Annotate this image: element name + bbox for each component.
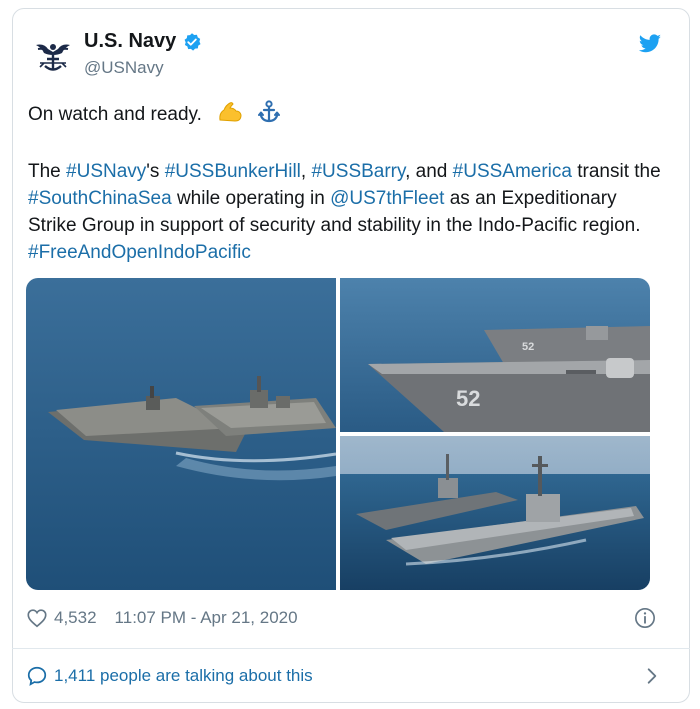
card-divider (12, 648, 690, 649)
hashtag-ussamerica[interactable]: #USSAmerica (453, 161, 572, 182)
tweet-line1-text: On watch and ready. (28, 104, 202, 125)
chevron-right-icon[interactable] (642, 666, 662, 686)
author-name[interactable]: U.S. Navy (84, 30, 176, 53)
hashtag-ussbarry[interactable]: #USSBarry (311, 161, 405, 182)
hashtag-southchinasea[interactable]: #SouthChinaSea (28, 188, 172, 209)
tweet-meta-row: 4,532 11:07 PM - Apr 21, 2020 (26, 604, 656, 632)
media-image-warships-underway[interactable] (340, 436, 650, 590)
conversation-count-text[interactable]: 1,411 people are talking about this (54, 666, 313, 686)
like-count[interactable]: 4,532 (54, 608, 97, 628)
anchor-icon (258, 100, 281, 132)
hashtag-freeandopenindopacific[interactable]: #FreeAndOpenIndoPacific (28, 242, 251, 263)
hull-number-far: 52 (522, 341, 534, 353)
media-image-aerial-ships[interactable] (26, 278, 337, 590)
tweet-first-line: On watch and ready. (28, 100, 668, 132)
mention-us7thfleet[interactable]: @US7thFleet (330, 188, 444, 209)
author-handle[interactable]: @USNavy (84, 58, 164, 78)
twitter-bird-icon[interactable] (638, 32, 662, 56)
speech-bubble-icon (27, 666, 47, 686)
media-image-destroyer-bow[interactable]: 52 52 (340, 278, 650, 432)
hull-number-near: 52 (456, 386, 480, 411)
heart-icon[interactable] (26, 607, 48, 629)
info-icon[interactable] (634, 607, 656, 629)
hashtag-usnavy[interactable]: #USNavy (66, 161, 146, 182)
body-text-while: while operating in (171, 188, 331, 209)
body-text-and: , and (405, 161, 453, 182)
tweet-media-grid: 52 52 (26, 278, 650, 590)
verified-badge-icon (184, 32, 201, 51)
tweet-header: U.S. Navy @USNavy (26, 28, 666, 84)
tweet-timestamp[interactable]: 11:07 PM - Apr 21, 2020 (115, 608, 298, 628)
tweet-body: The #USNavy's #USSBunkerHill, #USSBarry,… (28, 158, 664, 266)
hashtag-ussbunkerhill[interactable]: #USSBunkerHill (165, 161, 301, 182)
navy-eagle-emblem-icon[interactable] (30, 33, 76, 79)
conversation-link[interactable]: 1,411 people are talking about this (26, 660, 662, 692)
body-text-the: The (28, 161, 67, 182)
flexed-biceps-icon (217, 100, 243, 132)
body-text-s: 's (146, 161, 165, 182)
author-name-row[interactable]: U.S. Navy (84, 30, 202, 53)
body-text-comma: , (300, 161, 312, 182)
body-text-transit: transit the (571, 161, 661, 182)
